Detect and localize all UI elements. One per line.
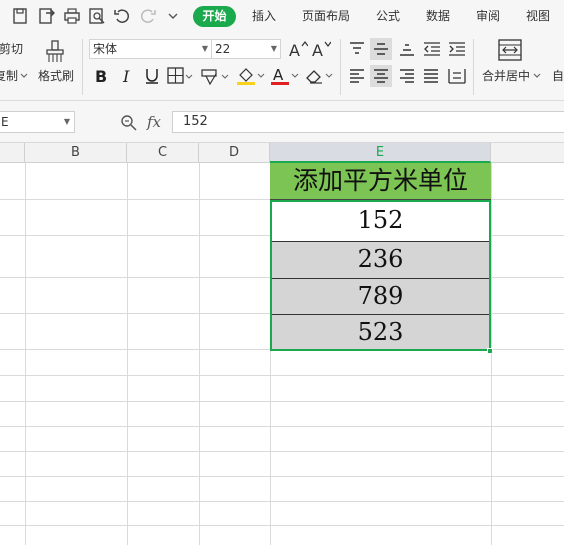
name-box-value: E xyxy=(1,115,9,129)
copy-dropdown-icon[interactable] xyxy=(20,73,28,79)
sheet-grid[interactable]: 添加平方米单位 152 236 789 523 xyxy=(0,163,564,545)
increase-indent-icon[interactable] xyxy=(447,41,467,57)
align-top-icon[interactable] xyxy=(348,41,366,57)
column-header-row: B C D E xyxy=(0,143,564,163)
svg-text:I: I xyxy=(122,67,130,85)
merge-center-icon[interactable] xyxy=(498,39,522,61)
svg-text:B: B xyxy=(95,67,107,85)
cell-e4[interactable]: 789 xyxy=(270,278,491,314)
home-icon[interactable] xyxy=(10,6,30,26)
cell-e2[interactable]: 152 xyxy=(270,200,491,241)
column-header-b[interactable]: B xyxy=(25,143,127,163)
font-name-caret-icon: ▼ xyxy=(201,44,208,53)
name-box-caret-icon: ▼ xyxy=(63,117,70,126)
print-icon[interactable] xyxy=(62,6,82,26)
print-preview-icon[interactable] xyxy=(87,6,107,26)
grid-line xyxy=(0,375,564,376)
tab-formulas[interactable]: 公式 xyxy=(376,7,400,25)
cell-e1-header[interactable]: 添加平方米单位 xyxy=(270,163,491,200)
font-name-value: 宋体 xyxy=(93,42,118,56)
quick-access-more-icon[interactable] xyxy=(163,6,183,26)
tab-insert[interactable]: 插入 xyxy=(252,7,276,25)
clear-format-icon[interactable] xyxy=(304,66,334,86)
formula-input[interactable]: 152 xyxy=(172,111,564,133)
column-header-f[interactable] xyxy=(491,143,564,163)
bold-icon[interactable]: B xyxy=(94,67,110,85)
increase-font-icon[interactable]: A xyxy=(288,40,308,58)
grid-line xyxy=(0,426,564,427)
grid-line xyxy=(127,163,128,545)
italic-icon[interactable]: I xyxy=(120,67,136,85)
align-center-icon[interactable] xyxy=(370,65,392,87)
merge-center-dropdown-icon[interactable] xyxy=(533,73,541,79)
format-painter-button[interactable]: 格式刷 xyxy=(38,68,74,84)
distributed-align-icon[interactable] xyxy=(447,67,467,85)
ribbon-divider xyxy=(340,39,341,95)
font-name-select[interactable]: 宋体 ▼ xyxy=(89,39,212,59)
font-size-caret-icon: ▼ xyxy=(270,44,277,53)
grid-line xyxy=(0,401,564,402)
auto-wrap-button[interactable]: 自 xyxy=(552,68,564,84)
cell-style-icon[interactable] xyxy=(200,67,230,85)
grid-line xyxy=(0,476,564,477)
menu-bar: 开始 插入 页面布局 公式 数据 审阅 视图 xyxy=(0,0,564,33)
ribbon: 剪切 复制 格式刷 宋体 ▼ 22 ▼ A A B I A 合并居中 自 xyxy=(0,33,564,101)
underline-icon[interactable] xyxy=(143,67,161,85)
decrease-font-icon[interactable]: A xyxy=(311,40,331,58)
align-left-icon[interactable] xyxy=(348,68,366,84)
grid-line xyxy=(0,501,564,502)
column-header-d[interactable]: D xyxy=(199,143,270,163)
grid-line xyxy=(199,163,200,545)
export-icon[interactable] xyxy=(37,6,57,26)
tab-page-layout[interactable]: 页面布局 xyxy=(302,7,350,25)
insert-function-button[interactable]: fx xyxy=(147,114,161,130)
tab-data[interactable]: 数据 xyxy=(426,7,450,25)
copy-button[interactable]: 复制 xyxy=(0,68,18,84)
grid-line xyxy=(25,163,26,545)
cut-button[interactable]: 剪切 xyxy=(0,41,23,57)
zoom-search-icon[interactable] xyxy=(120,114,138,132)
font-color-icon[interactable]: A xyxy=(270,66,300,86)
tab-view[interactable]: 视图 xyxy=(526,7,550,25)
fill-color-icon[interactable] xyxy=(236,66,266,86)
svg-text:A: A xyxy=(289,41,300,58)
font-size-value: 22 xyxy=(215,42,231,56)
grid-line xyxy=(0,525,564,526)
cell-e3[interactable]: 236 xyxy=(270,241,491,278)
ribbon-divider xyxy=(82,39,83,95)
redo-icon[interactable] xyxy=(138,6,158,26)
decrease-indent-icon[interactable] xyxy=(422,41,442,57)
column-header-e[interactable]: E xyxy=(270,143,491,163)
column-header-c[interactable]: C xyxy=(127,143,199,163)
grid-line xyxy=(0,451,564,452)
ribbon-divider xyxy=(473,39,474,95)
column-header-a[interactable] xyxy=(0,143,25,163)
svg-text:A: A xyxy=(312,41,323,58)
fill-handle[interactable] xyxy=(487,348,493,354)
font-size-select[interactable]: 22 ▼ xyxy=(211,39,281,59)
align-right-icon[interactable] xyxy=(398,68,416,84)
align-bottom-icon[interactable] xyxy=(398,41,416,57)
cell-e5[interactable]: 523 xyxy=(270,314,491,351)
justify-icon[interactable] xyxy=(422,68,440,84)
borders-icon[interactable] xyxy=(167,67,193,85)
format-painter-icon[interactable] xyxy=(44,40,66,64)
grid-line xyxy=(491,163,492,545)
svg-text:A: A xyxy=(273,66,284,84)
merge-center-button[interactable]: 合并居中 xyxy=(482,68,530,84)
tab-review[interactable]: 审阅 xyxy=(476,7,500,25)
name-box[interactable]: E ▼ xyxy=(0,111,75,133)
formula-bar: E ▼ fx 152 xyxy=(0,101,564,143)
align-middle-icon[interactable] xyxy=(370,38,392,60)
tab-start[interactable]: 开始 xyxy=(193,6,236,27)
undo-icon[interactable] xyxy=(112,6,132,26)
